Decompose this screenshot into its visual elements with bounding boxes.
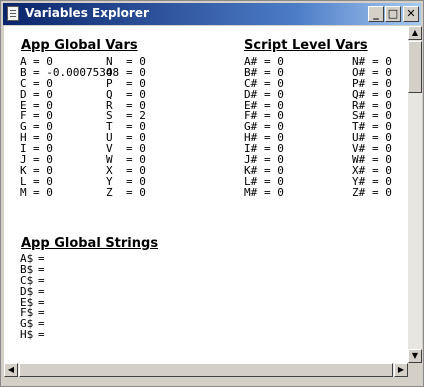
vertical-scroll-thumb[interactable] [408,41,422,93]
script-level-vars-heading: Script Level Vars [244,38,368,53]
minimize-button[interactable]: _ [368,6,384,22]
variable-row: Z# = 0 [352,185,392,199]
variable-value: = 0 [33,185,53,199]
variable-name: H$ [20,328,34,342]
scroll-down-button[interactable]: ▼ [408,349,422,363]
app-global-strings-heading: App Global Strings [21,236,159,251]
maximize-button[interactable]: □ [385,6,401,22]
variable-row: H$ = [20,328,45,342]
title-bar[interactable]: Variables Explorer _ □ ✕ [3,3,421,25]
variable-value: = [38,328,45,342]
variables-pane: App Global Vars Script Level Vars A = 0 B =… [4,26,408,363]
horizontal-scroll-thumb[interactable] [19,363,393,377]
variable-value: = 0 [126,185,146,199]
scroll-right-button[interactable]: ▶ [394,363,408,377]
variable-row: M# = 0 [244,185,284,199]
scroll-up-button[interactable]: ▲ [408,26,422,40]
app-vars-column-2: N = 0 O = 0 P = 0 Q = 0 R = 0 S = 2 T = 0 U = 0 V = 0 W = 0… [106,56,146,199]
horizontal-scrollbar[interactable]: ◀ ▶ [4,363,408,377]
app-strings-column: A$ = B$ = C$ = D$ = E$ = F$ = G$ = H$ = [20,253,45,342]
size-grip [408,363,422,377]
app-global-vars-heading: App Global Vars [21,38,138,53]
script-vars-column-1: A# = 0 B# = 0 C# = 0 D# = 0 E# = 0 F# = 0 G# = 0 H# = 0… [244,56,284,199]
vertical-scrollbar[interactable]: ▲ ▼ [408,26,422,363]
scroll-left-button[interactable]: ◀ [4,363,18,377]
variable-row: M = 0 [20,185,119,199]
variable-value: = 0 [264,185,284,199]
variable-name: M# [244,185,258,199]
variable-value: = 0 [372,185,392,199]
script-vars-column-2: N# = 0 O# = 0 P# = 0 Q# = 0 R# = 0 S# = 0 T# = 0 U# = 0… [352,56,392,199]
variables-explorer-window: Variables Explorer _ □ ✕ App Global Vars… [0,0,424,387]
close-button[interactable]: ✕ [403,6,419,22]
variable-name: Z# [352,185,366,199]
document-icon [7,6,19,21]
variable-name: Z [106,185,113,199]
app-vars-column-1: A = 0 B = -0.00075348 C = 0 D = 0 E = 0 F = 0 G = 0 H =… [20,56,119,199]
variable-name: M [20,185,27,199]
window-title: Variables Explorer [25,6,149,20]
variable-row: Z = 0 [106,185,146,199]
